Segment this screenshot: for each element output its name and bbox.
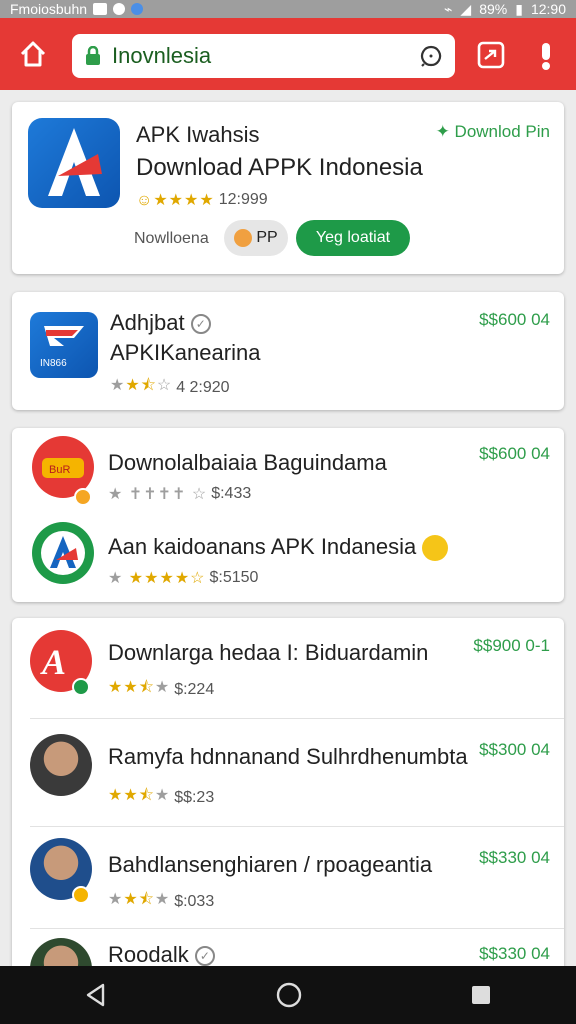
battery-percent: 89% [479,1,508,17]
rating-stars-icon: ★★⯪★ [108,787,171,804]
app-title: Aan kaidoanans APK Indanesia [108,534,449,562]
download-link[interactable]: ✦ Downlod Pin [436,122,550,142]
rating-stars-icon: ★★⯪★ [108,679,171,696]
menu-alert-icon[interactable] [536,40,556,70]
verified-badge-icon [72,678,90,696]
app-rating: ★★⯪★ $$:23 [108,784,214,811]
app-title: Roodalk ✓ [108,942,215,968]
download-link-label: Downlod Pin [454,122,550,141]
status-carrier-text: Fmoiosbuhn [10,1,88,17]
app-title: Bahdlansenghiaren / rpoageantia [108,852,433,877]
tabs-icon[interactable] [476,40,506,70]
app-price: $$300 04 [479,740,550,759]
rating-value: $:433 [211,485,252,502]
wifi-icon: ⌁ [443,0,453,17]
badge-icon [72,886,90,904]
browser-toolbar: Inovnlesia [0,18,576,90]
rating-value: $:033 [174,892,215,910]
notification-dot-icon [113,3,126,15]
app-price: $$600 04 [479,310,550,329]
home-button[interactable] [10,31,56,77]
app-icon: IN866 [30,312,98,378]
app-title: Downlarga hedaa I: Biduardamin [108,640,429,665]
rating-value: $:5150 [209,569,259,586]
rating-stars-icon: ★★⯪★ [108,891,171,908]
chat-icon[interactable] [419,44,443,68]
featured-app-card[interactable]: APK Iwahsis ✦ Downlod Pin Download APPK … [12,102,564,274]
pp-chip[interactable]: PP [224,220,288,256]
recents-icon[interactable] [469,983,493,1007]
back-icon[interactable] [83,982,109,1008]
app-rating: ★★⯪★ $:033 [108,888,214,915]
rating-stars-icon: ☺★★★★ [136,192,215,209]
app-title-text: Roodalk [108,942,189,967]
pp-chip-icon [234,229,253,247]
url-bar[interactable]: Inovnlesia [72,34,455,78]
notification-icon [93,3,108,15]
system-nav-bar [0,966,576,1024]
featured-rating: ☺★★★★ 12:999 [136,190,268,210]
signal-icon: ◢ [460,0,472,17]
app-price: $$330 04 [479,944,550,963]
app-price: $$900 0-1 [473,636,550,655]
rating-value: 4 2:920 [176,378,230,396]
verified-icon: ✓ [190,314,211,335]
pp-chip-label: PP [256,229,278,246]
app-rating: ★ ✝✝✝✝ ☆ $:433 [108,484,251,504]
app-list-card: A Downlarga hedaa I: Biduardamin $$900 0… [12,618,564,1000]
app-price: $$600 04 [479,444,550,463]
featured-label: Nowlloena [134,230,209,247]
featured-title: APK Iwahsis [136,122,260,147]
divider [30,928,564,929]
rating-stars-icon: ★★⯪☆ [110,377,173,394]
rating-stars-icon: ★ ✝✝✝✝ ☆ [108,486,208,503]
svg-text:BuR: BuR [49,464,70,476]
app-title-text: Aan kaidoanans APK Indanesia [108,534,417,559]
clock: 12:90 [530,1,566,17]
apk-logo-icon [48,128,102,196]
home-icon [20,41,46,67]
app-icon [28,118,120,208]
app-subtitle: APKIKanearina [110,340,261,365]
divider [30,718,564,719]
url-text: Inovnlesia [112,43,212,68]
rating-value: 12:999 [218,191,268,208]
app-avatar[interactable] [32,522,94,584]
rating-stars-icon: ★ ★★★★☆ [108,570,206,587]
apk-logo-icon [41,531,85,575]
svg-text:A: A [40,642,66,682]
app-card-group: BuR Downolalbaiaia Baguindama $$600 04 ★… [12,428,564,602]
app-rating: ★★⯪★ $:224 [108,676,214,703]
divider [30,826,564,827]
app-title-text: Adhjbat [110,310,185,335]
app-price: $$330 04 [479,848,550,867]
app-title: Adhjbat ✓ [110,310,211,336]
app-title: Downolalbaiaia Baguindama [108,450,387,475]
get-button[interactable]: Yeg loatiat [296,220,410,256]
battery-icon: ▮ [515,0,523,17]
app-card[interactable]: IN866 Adhjbat ✓ $$600 04 APKIKanearina ★… [12,292,564,410]
rating-value: $:224 [174,680,215,698]
lock-icon [86,46,100,65]
app-title: Ramyfa hdnnanand Sulhrdhenumbta [108,744,468,769]
browser-notification-icon [131,3,144,15]
smile-icon [422,535,449,562]
status-bar: Fmoiosbuhn ⌁ ◢ 89% ▮ 12:90 [0,0,576,18]
svg-text:IN866: IN866 [40,358,67,369]
app-rating: ★ ★★★★☆ $:5150 [108,568,258,588]
featured-subtitle: Download APPK Indonesia [136,154,423,181]
user-avatar[interactable] [30,734,92,796]
sparkle-icon: ✦ [435,122,455,141]
badge-icon [74,488,92,506]
verified-icon: ✓ [194,946,215,967]
rating-value: $$:23 [174,788,215,806]
flag-logo-icon: IN866 [40,326,84,369]
home-circle-icon[interactable] [275,981,303,1009]
app-rating: ★★⯪☆ 4 2:920 [110,374,230,401]
